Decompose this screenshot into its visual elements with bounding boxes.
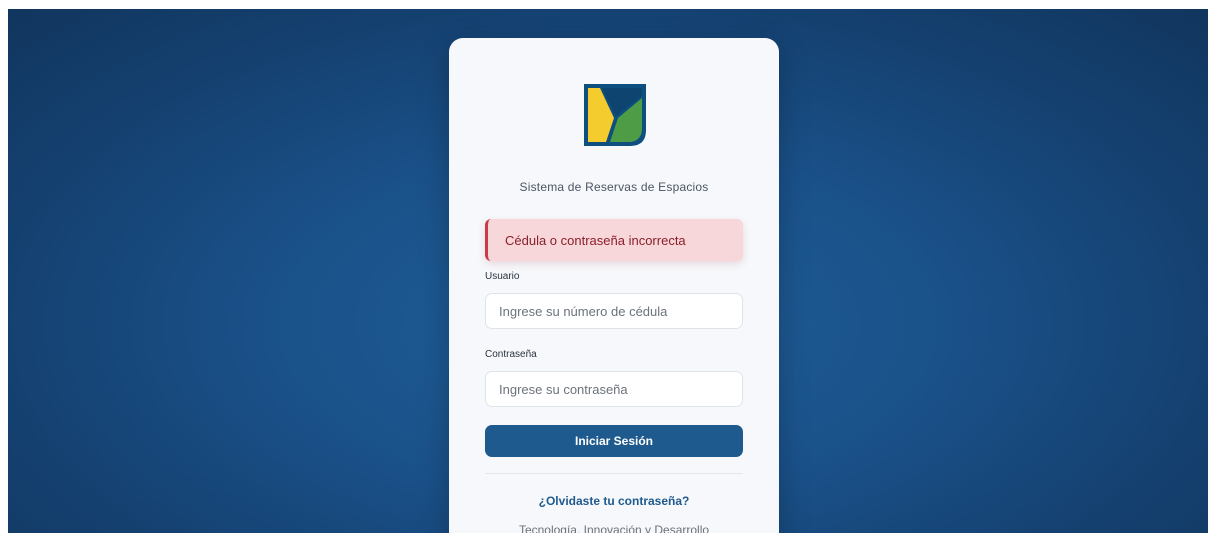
password-input[interactable]: Ingrese su contraseña — [485, 371, 743, 407]
login-card: Sistema de Reservas de Espacios Cédula o… — [449, 38, 779, 533]
forgot-password-link[interactable]: ¿Olvidaste tu contraseña? — [449, 494, 779, 508]
username-label: Usuario — [485, 271, 520, 282]
app-subtitle: Sistema de Reservas de Espacios — [519, 180, 709, 194]
leaf-logo-icon — [580, 80, 650, 150]
footer-tagline: Tecnología, Innovación y Desarrollo — [518, 523, 710, 533]
error-alert: Cédula o contraseña incorrecta — [485, 219, 743, 261]
username-placeholder: Ingrese su número de cédula — [499, 303, 668, 319]
page-background: Sistema de Reservas de Espacios Cédula o… — [8, 9, 1208, 533]
password-label: Contraseña — [485, 349, 537, 360]
error-alert-message: Cédula o contraseña incorrecta — [505, 232, 686, 248]
login-button[interactable]: Iniciar Sesión — [485, 425, 743, 457]
divider — [485, 473, 743, 474]
username-input[interactable]: Ingrese su número de cédula — [485, 293, 743, 329]
password-placeholder: Ingrese su contraseña — [499, 381, 628, 397]
